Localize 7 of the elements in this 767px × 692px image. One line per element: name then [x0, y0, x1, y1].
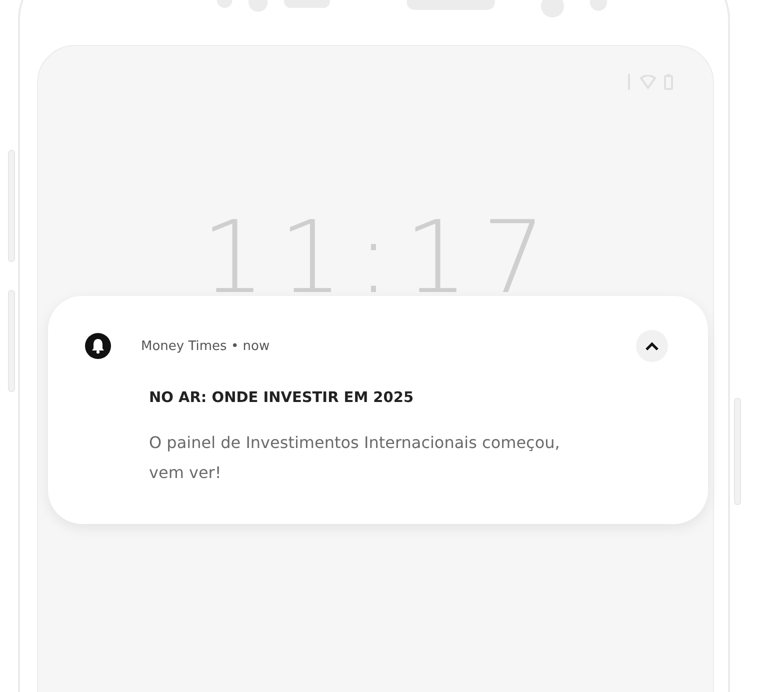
bell-icon [84, 332, 112, 360]
collapse-button[interactable] [636, 330, 668, 362]
notification-body: O painel de Investimentos Internacionais começou, vem ver! [149, 432, 561, 484]
chevron-icon [645, 342, 659, 350]
notification-app-name: Money Times • now [141, 338, 271, 354]
notification-title: NO AR: ONDE INVESTIR EM 2025 [149, 390, 415, 406]
notification-card[interactable]: Money Times • now NO AR: ONDE INVESTIR EM 2025 O painel de Investimentos Internacionais começou, vem ver! [48, 296, 708, 524]
